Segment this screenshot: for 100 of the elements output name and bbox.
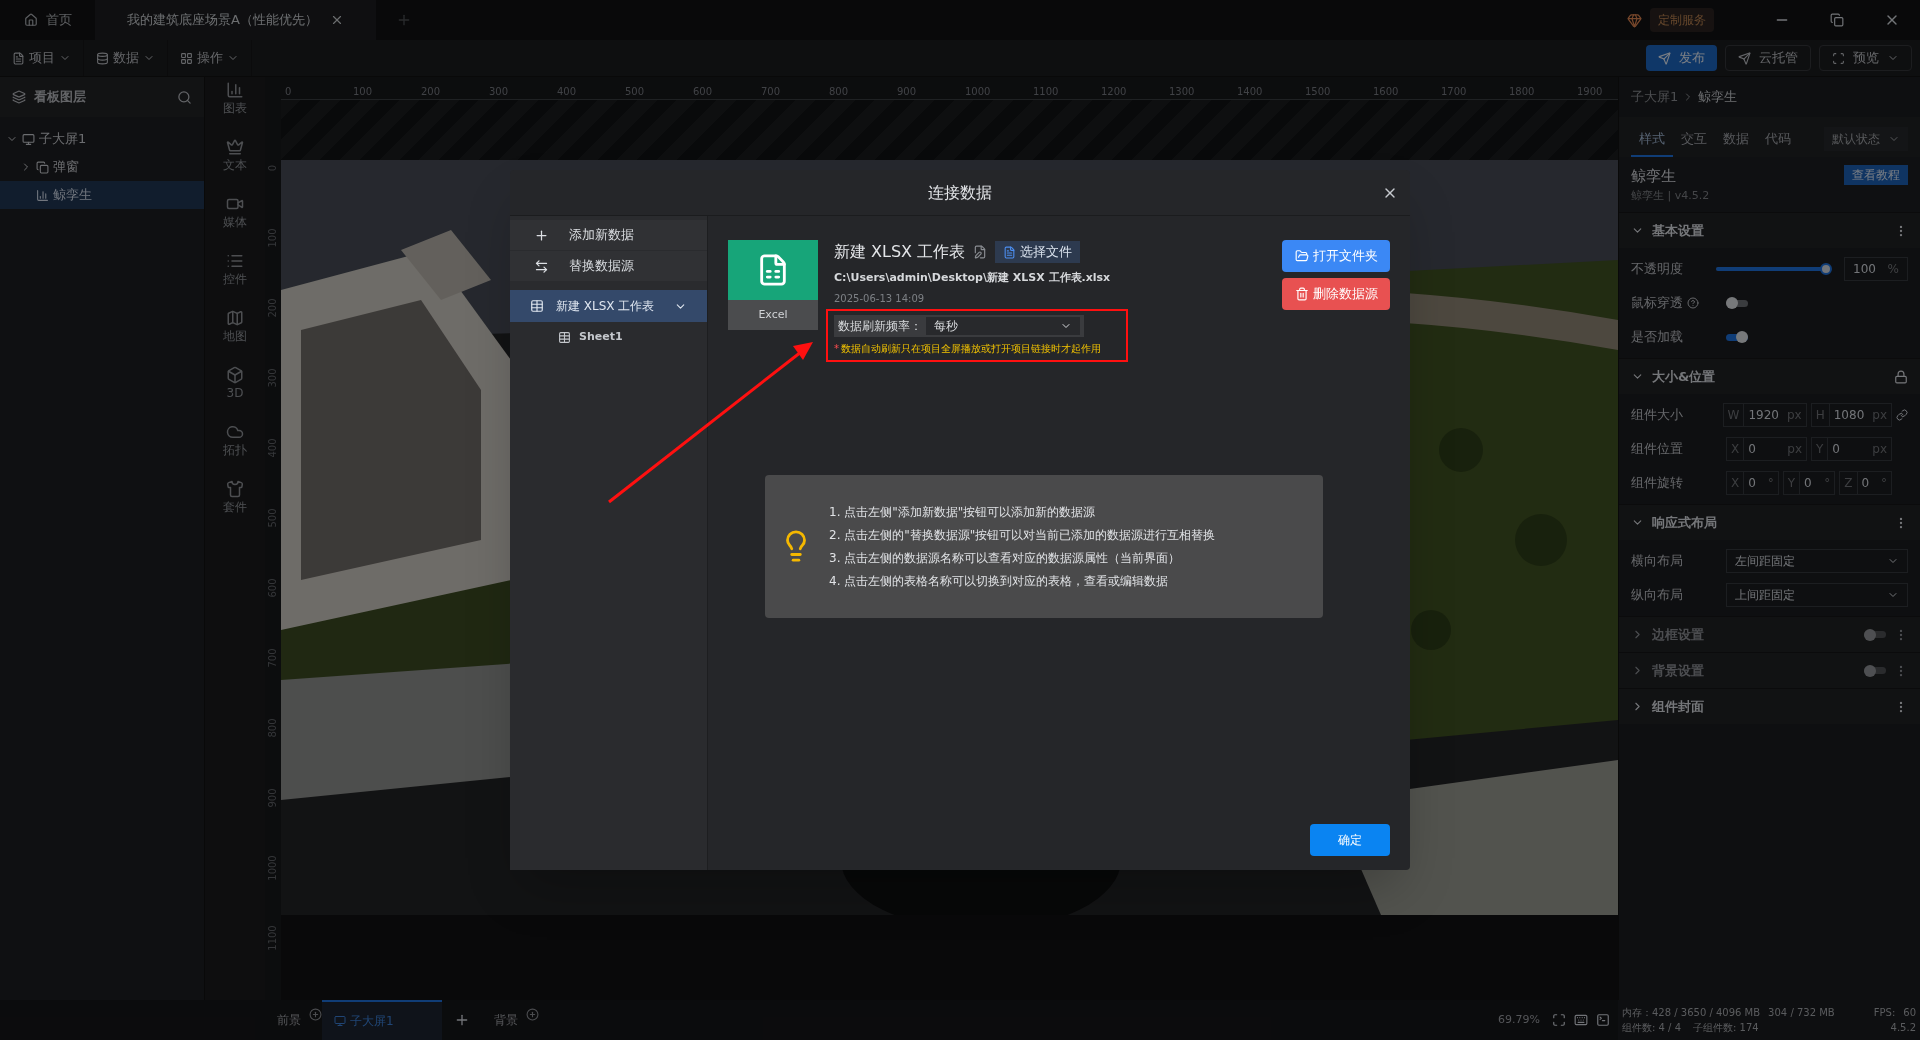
slider-thumb[interactable]	[1820, 263, 1832, 275]
table-icon	[558, 330, 571, 344]
zoom-level: 69.79%	[1498, 1011, 1540, 1028]
confirm-button[interactable]: 确定	[1310, 824, 1390, 856]
state-select[interactable]: 默认状态	[1824, 127, 1908, 151]
home-tab[interactable]: 首页	[0, 10, 95, 30]
keyboard-icon[interactable]	[1574, 1013, 1588, 1027]
file-icon	[12, 51, 25, 65]
field-label: 组件大小	[1631, 406, 1684, 425]
widget-category[interactable]: 控件	[223, 252, 247, 288]
service-badge[interactable]: 定制服务	[1650, 8, 1714, 32]
fit-icon[interactable]	[1552, 1013, 1566, 1027]
widget-category[interactable]: 文本	[223, 138, 247, 174]
panel-title: 看板图层	[34, 88, 87, 107]
layers-icon	[12, 90, 26, 104]
send-icon	[1658, 51, 1671, 65]
menu-button[interactable]: 操作	[168, 40, 252, 76]
terminal-icon[interactable]	[1596, 1013, 1610, 1027]
delete-button[interactable]: 删除数据源	[1282, 278, 1390, 310]
field-label: 组件位置	[1631, 440, 1684, 459]
data-source-item[interactable]: 新建 XLSX 工作表	[510, 290, 707, 322]
screen-tab[interactable]: 前景	[265, 1000, 313, 1040]
folder-icon	[1294, 249, 1309, 263]
inspector-tab[interactable]: 代码	[1757, 123, 1799, 157]
ruler-label: 1300	[1169, 86, 1195, 97]
widget-category[interactable]: 媒体	[223, 195, 247, 231]
refresh-note: 数据自动刷新只在项目全屏播放或打开项目链接时才起作用	[841, 341, 1101, 356]
search-icon[interactable]	[177, 89, 192, 105]
dialog-action[interactable]: 替换数据源	[510, 251, 707, 281]
ruler-label: 1200	[1101, 86, 1127, 97]
select-field[interactable]: 左间距固定	[1726, 549, 1908, 573]
ruler-label: 100	[353, 86, 373, 97]
inspector-tab[interactable]: 交互	[1673, 123, 1715, 157]
ruler-label: 300	[489, 86, 509, 97]
gem-icon	[1627, 12, 1642, 28]
widget-category[interactable]: 图表	[223, 81, 247, 117]
monitor-icon	[334, 1015, 346, 1027]
toggle-switch[interactable]	[1726, 297, 1748, 309]
tip-text: 3. 点击左侧的数据源名称可以查看对应的数据源属性（当前界面）	[829, 549, 1182, 567]
layer-item[interactable]: 弹窗	[0, 153, 204, 181]
open-folder-button[interactable]: 打开文件夹	[1282, 240, 1390, 272]
inspector-tab[interactable]: 数据	[1715, 123, 1757, 157]
widget-category[interactable]: 套件	[223, 480, 247, 516]
help-icon	[1687, 297, 1699, 309]
file-path: C:\Users\admin\Desktop\新建 XLSX 工作表.xlsx	[834, 270, 1112, 286]
widget-category[interactable]: 拓扑	[223, 423, 247, 459]
sheet-item[interactable]: Sheet1	[510, 322, 707, 352]
edit-icon[interactable]	[973, 245, 988, 259]
breadcrumb-link[interactable]: 子大屏1	[1631, 87, 1679, 107]
lock-icon[interactable]	[1894, 369, 1908, 384]
window-icon	[36, 160, 49, 174]
list-icon	[226, 252, 244, 270]
ruler-label: 400	[557, 86, 577, 97]
screen-tab[interactable]: 子大屏1	[322, 1000, 442, 1040]
map-icon	[226, 309, 244, 327]
document-tab[interactable]: 我的建筑底座场景A（性能优先）	[95, 0, 376, 40]
menu-button[interactable]: 数据	[84, 40, 168, 76]
ruler-label: 200	[421, 86, 441, 97]
toolbar-button[interactable]: 云托管	[1725, 45, 1811, 71]
field-label: 横向布局	[1631, 552, 1684, 571]
widget-category[interactable]: 地图	[223, 309, 247, 345]
fps-value: 60	[1903, 1006, 1916, 1020]
ruler-label: 1600	[1373, 86, 1399, 97]
cloud-icon	[226, 423, 244, 441]
field-label: 纵向布局	[1631, 586, 1684, 605]
screen-tab[interactable]: 背景	[482, 1000, 530, 1040]
monitor-icon	[22, 132, 35, 146]
ruler-label: 500	[625, 86, 645, 97]
add-icon[interactable]	[526, 1007, 539, 1021]
dialog-action[interactable]: 添加新数据	[510, 220, 707, 250]
toolbar-button[interactable]: 预览	[1819, 45, 1912, 71]
send-icon	[1738, 51, 1751, 65]
database-icon	[96, 51, 109, 65]
layer-item[interactable]: 鲸孪生	[0, 181, 204, 209]
menu-button[interactable]: 项目	[0, 40, 84, 76]
home-icon	[23, 13, 38, 27]
dialog-title: 连接数据	[928, 181, 992, 204]
ruler-label: 1100	[1033, 86, 1059, 97]
select-field[interactable]: 上间距固定	[1726, 583, 1908, 607]
number-field[interactable]: 100 %	[1844, 257, 1908, 281]
fullscreen-icon	[1832, 51, 1845, 65]
ruler-label: 1000	[965, 86, 991, 97]
layer-item[interactable]: 子大屏1	[0, 125, 204, 153]
widget-category[interactable]: 3D	[226, 366, 244, 402]
link-icon[interactable]	[1896, 409, 1908, 421]
field-label: 鼠标穿透	[1631, 293, 1726, 313]
tip-text: 4. 点击左侧的表格名称可以切换到对应的表格，查看或编辑数据	[829, 572, 1170, 590]
table-icon	[530, 299, 544, 313]
ruler-label: 1400	[1237, 86, 1263, 97]
toggle-switch[interactable]	[1726, 331, 1748, 343]
add-screen-icon[interactable]	[454, 1012, 470, 1028]
version-label: 4.5.2	[1890, 1021, 1916, 1035]
tutorial-button[interactable]: 查看教程	[1844, 165, 1908, 185]
select-field[interactable]: 每秒	[926, 316, 1080, 335]
toolbar-button[interactable]: 发布	[1646, 45, 1717, 71]
add-icon[interactable]	[309, 1007, 322, 1021]
choose-file-button[interactable]: 选择文件	[995, 241, 1081, 263]
trash-icon	[1294, 287, 1309, 301]
ruler-label: 700	[761, 86, 781, 97]
restore-icon[interactable]	[1830, 13, 1844, 27]
